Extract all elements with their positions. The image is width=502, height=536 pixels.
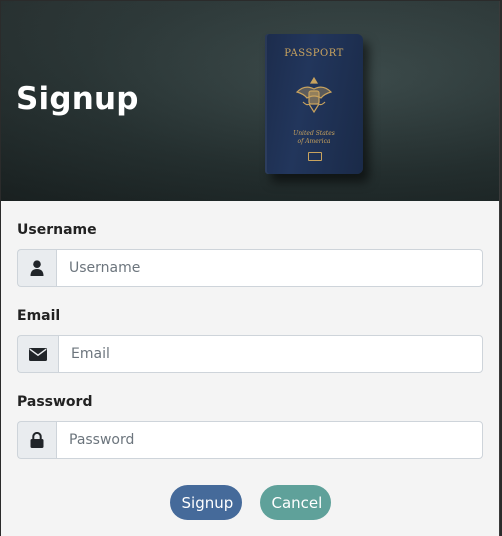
email-input-group [17, 335, 483, 373]
email-label: Email [17, 308, 61, 324]
username-input[interactable] [56, 249, 483, 287]
passport-country-text: United States of America [265, 130, 363, 146]
passport-country-line2: of America [297, 138, 331, 145]
password-label: Password [17, 394, 93, 410]
lock-icon [17, 421, 56, 459]
eagle-seal-icon [295, 76, 333, 114]
username-input-group [17, 249, 483, 287]
username-label: Username [17, 222, 97, 238]
password-field-group: Password [17, 393, 483, 459]
cancel-button[interactable]: Cancel [259, 485, 331, 520]
passport-title-text: PASSPORT [284, 48, 344, 59]
signup-form: Username Email [17, 221, 483, 479]
header-banner: PASSPORT United States of America Signup [1, 1, 499, 201]
username-field-group: Username [17, 221, 483, 287]
envelope-icon [17, 335, 58, 373]
signup-button[interactable]: Signup [169, 485, 242, 520]
signup-modal: PASSPORT United States of America Signup… [1, 1, 500, 536]
user-icon [17, 249, 56, 287]
page-title: Signup [16, 81, 139, 117]
password-input[interactable] [56, 421, 483, 459]
email-input[interactable] [58, 335, 483, 373]
passport-country-line1: United States [293, 130, 335, 137]
email-field-group: Email [17, 307, 483, 373]
password-input-group [17, 421, 483, 459]
form-actions: Signup Cancel [1, 485, 499, 520]
passport-image: PASSPORT United States of America [265, 34, 363, 174]
biometric-chip-icon [308, 152, 322, 161]
